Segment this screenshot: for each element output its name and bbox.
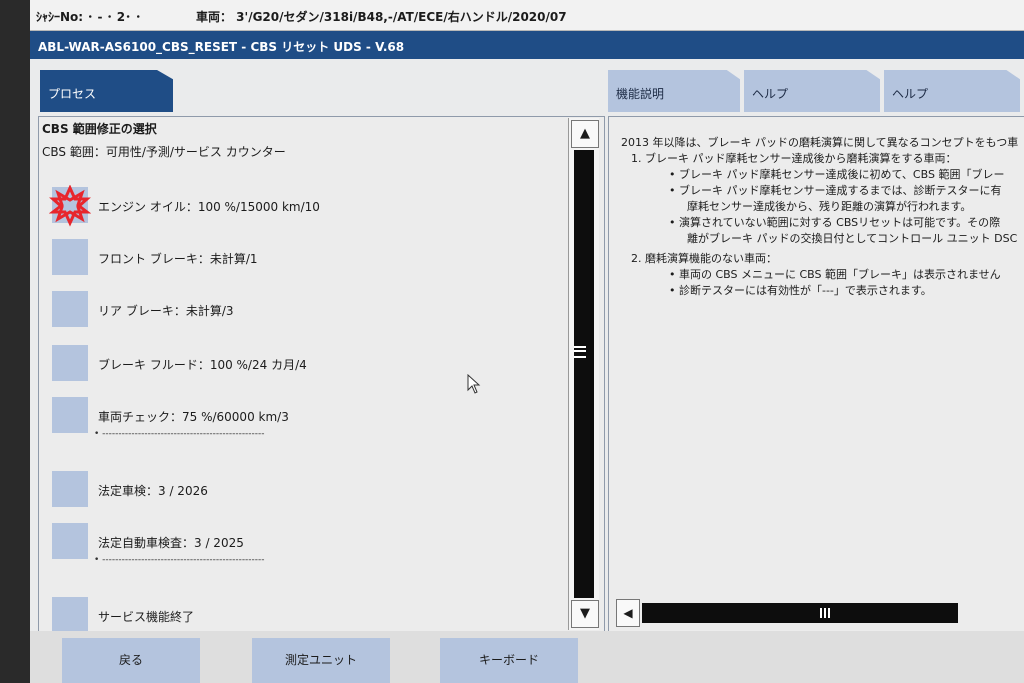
procedure-title: ABL-WAR-AS6100_CBS_RESET - CBS リセット UDS … [38,40,405,54]
procedure-title-bar: ABL-WAR-AS6100_CBS_RESET - CBS リセット UDS … [30,31,1024,59]
chassis-number: ｼｬｼｰNo: ･ - ･ 2･ ･ [36,10,142,24]
item-label: エンジン オイル：100 %/15000 km/10 [98,200,320,214]
description-bullet: • 診断テスターには有効性が「---」で表示されます。 [669,284,932,297]
back-button[interactable]: 戻る [62,638,200,683]
tab-process[interactable]: プロセス [40,70,173,112]
cbs-selection-panel: CBS 範囲修正の選択 CBS 範囲：可用性/予測/サービス カウンター エンジ… [38,116,605,633]
list-item-end-service-function[interactable]: サービス機能終了 [50,597,570,632]
warning-star-icon [49,185,91,227]
description-bullet-cont: 離がブレーキ パッドの交換日付としてコントロール ユニット DSC [687,232,1018,245]
description-bullet: • 演算されていない範囲に対する CBSリセットは可能です。その際 [669,216,1001,229]
item-select-square[interactable] [52,597,88,632]
item-select-square[interactable] [52,239,88,275]
panel-subtitle: CBS 範囲：可用性/予測/サービス カウンター [42,145,286,159]
tab-help-2-label: ヘルプ [892,87,929,101]
tab-help-1[interactable]: ヘルプ [744,70,880,112]
item-subline: • --------------------------------------… [94,555,265,565]
scroll-left-button[interactable]: ◀ [616,599,640,627]
tab-help-2[interactable]: ヘルプ [884,70,1020,112]
panel-title: CBS 範囲修正の選択 [42,122,157,136]
description-intro: 2013 年以降は、ブレーキ パッドの磨耗演算に関して異なるコンセプトをもつ車 [621,136,1019,149]
scroll-down-button[interactable]: ▼ [571,600,599,628]
scroll-grip-icon[interactable] [574,346,586,358]
description-bullet: • 車両の CBS メニューに CBS 範囲「ブレーキ」は表示されません [669,268,1001,281]
mouse-pointer-icon [467,374,481,394]
tab-function-label: 機能説明 [616,87,665,101]
tab-help-1-label: ヘルプ [752,87,789,101]
keyboard-button[interactable]: キーボード [440,638,578,683]
measure-unit-button[interactable]: 測定ユニット [252,638,390,683]
list-item-statutory-inspection[interactable]: 法定車検：3 / 2026 [50,471,570,511]
item-label: リア ブレーキ：未計算/3 [98,304,234,318]
vehicle-description: 車両： 3'/G20/セダン/318i/B48,-/AT/ECE/右ハンドル/2… [196,10,567,24]
description-text: 2013 年以降は、ブレーキ パッドの磨耗演算に関して異なるコンセプトをもつ車 … [621,135,1018,299]
item-label: 法定車検：3 / 2026 [98,484,208,498]
tab-process-label: プロセス [48,87,97,101]
item-select-square[interactable] [52,291,88,327]
scroll-grip-icon[interactable] [820,608,830,618]
description-bullet: • ブレーキ パッド摩耗センサー達成するまでは、診断テスターに有 [669,184,1002,197]
item-select-square[interactable] [52,471,88,507]
description-bullet-cont: 摩耗センサー達成後から、残り距離の演算が行われます。 [687,200,972,213]
list-item-front-brake[interactable]: フロント ブレーキ：未計算/1 [50,239,570,279]
right-horizontal-scrollbar[interactable]: ◀ [616,599,1024,627]
scroll-up-button[interactable]: ▲ [571,120,599,148]
list-item-rear-brake[interactable]: リア ブレーキ：未計算/3 [50,291,570,331]
item-label: 車両チェック：75 %/60000 km/3 [98,410,289,424]
item-select-square[interactable] [52,397,88,433]
item-select-square[interactable] [52,523,88,559]
scroll-track[interactable] [642,603,958,623]
function-description-panel: 2013 年以降は、ブレーキ パッドの磨耗演算に関して異なるコンセプトをもつ車 … [608,116,1024,633]
item-subline: • --------------------------------------… [94,429,265,439]
list-item-brake-fluid[interactable]: ブレーキ フルード：100 %/24 カ月/4 [50,345,570,385]
scroll-track[interactable] [574,150,594,598]
item-label: 法定自動車検査：3 / 2025 [98,536,244,550]
tab-function-description[interactable]: 機能説明 [608,70,740,112]
vehicle-info-bar: ｼｬｼｰNo: ･ - ･ 2･ ･ 車両： 3'/G20/セダン/318i/B… [30,0,1024,31]
left-vertical-scrollbar[interactable]: ▲ ▼ [568,118,599,630]
item-label: サービス機能終了 [98,610,195,624]
description-bullet: • ブレーキ パッド摩耗センサー達成後に初めて、CBS 範囲「ブレー [669,168,1005,181]
item-label: ブレーキ フルード：100 %/24 カ月/4 [98,358,307,372]
diagnostic-screen: ｼｬｼｰNo: ･ - ･ 2･ ･ 車両： 3'/G20/セダン/318i/B… [30,0,1024,683]
description-point-1: 1. ブレーキ パッド摩耗センサー達成後から磨耗演算をする車両： [631,152,957,165]
description-point-2: 2. 磨耗演算機能のない車両： [631,252,777,265]
item-select-square[interactable] [52,345,88,381]
item-label: フロント ブレーキ：未計算/1 [98,252,258,266]
list-item-engine-oil[interactable]: エンジン オイル：100 %/15000 km/10 [49,185,570,227]
